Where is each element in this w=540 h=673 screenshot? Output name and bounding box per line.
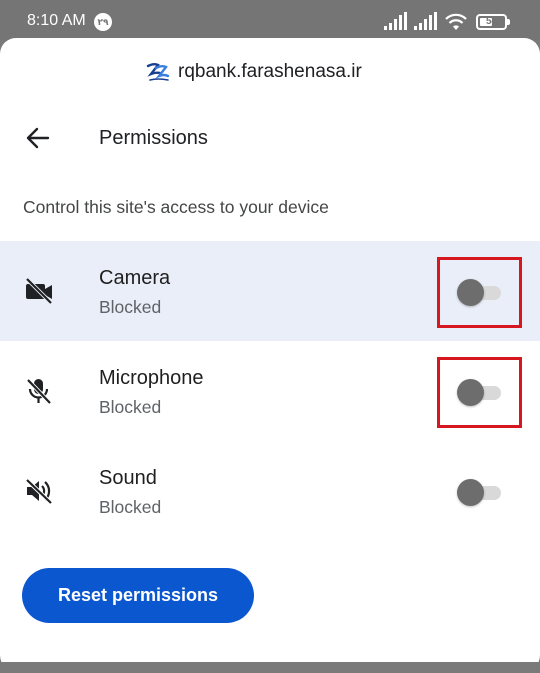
permission-name: Camera	[99, 267, 171, 289]
battery-text: 54	[485, 16, 498, 27]
bottom-strip	[0, 662, 540, 673]
signal-icon-2	[414, 12, 437, 30]
camera-off-icon	[25, 277, 53, 305]
status-bar: 8:10 AM ۲۹ 54	[0, 0, 540, 40]
volume-off-icon	[25, 478, 53, 505]
permission-status: Blocked	[99, 397, 162, 417]
permission-status: Blocked	[99, 497, 162, 517]
signal-icon	[384, 12, 407, 30]
site-logo-icon	[146, 63, 170, 81]
permission-name: Microphone	[99, 367, 204, 389]
permission-status: Blocked	[99, 297, 162, 317]
status-time: 8:10 AM	[27, 12, 86, 29]
annotation-box-camera	[437, 257, 522, 328]
permission-row-sound[interactable]: Sound Blocked	[0, 441, 540, 541]
arrow-back-icon	[26, 127, 50, 149]
battery-cap	[507, 19, 510, 25]
mic-off-icon	[26, 378, 52, 405]
site-header: rqbank.farashenasa.ir	[0, 58, 540, 88]
toggle-thumb	[457, 479, 484, 506]
permissions-sheet: rqbank.farashenasa.ir Permissions Contro…	[0, 38, 540, 673]
sound-toggle[interactable]	[457, 479, 503, 506]
description-text: Control this site's access to your devic…	[23, 197, 329, 217]
wifi-icon	[445, 13, 467, 30]
reset-permissions-button[interactable]: Reset permissions	[22, 568, 254, 623]
battery-icon: 54	[476, 14, 507, 30]
page-title: Permissions	[99, 127, 208, 149]
annotation-box-microphone	[437, 357, 522, 428]
notification-badge: ۲۹	[94, 13, 112, 31]
site-url: rqbank.farashenasa.ir	[178, 61, 362, 82]
back-button[interactable]	[20, 122, 56, 154]
permission-name: Sound	[99, 467, 157, 489]
